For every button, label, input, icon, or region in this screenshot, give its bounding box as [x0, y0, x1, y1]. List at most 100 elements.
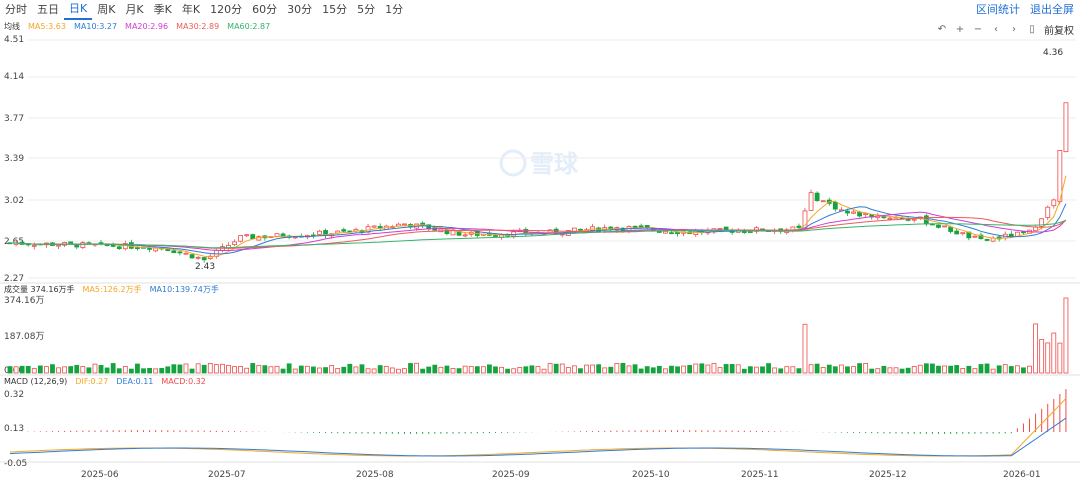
candle-body [317, 230, 322, 235]
volume-bar [517, 367, 523, 374]
candle-body [772, 229, 778, 232]
tab-10[interactable]: 15分 [317, 0, 352, 20]
candle-body [298, 235, 304, 238]
volume-bar [244, 367, 250, 374]
candle-body [881, 216, 887, 219]
candle-body [917, 216, 923, 219]
tab-0[interactable]: 分时 [0, 0, 32, 20]
volume-bar [353, 366, 359, 374]
candle-body [699, 230, 705, 233]
candle-body [978, 234, 984, 239]
candle-body [559, 233, 565, 236]
candle-body [778, 228, 784, 232]
tab-1[interactable]: 五日 [32, 0, 64, 20]
date-axis-label: 2025-11 [741, 470, 779, 480]
candle-body [930, 223, 935, 226]
ma-line-5 [10, 175, 1067, 258]
volume-bar [535, 366, 541, 374]
volume-bar [25, 365, 31, 374]
volume-bar [19, 365, 25, 374]
candle-body [541, 232, 547, 235]
volume-bar [626, 365, 632, 374]
volume-bar [62, 366, 68, 374]
undo-icon[interactable]: ↶ [936, 24, 948, 35]
candle-body [784, 229, 790, 233]
candle-body [92, 243, 98, 246]
scroll-left-icon[interactable]: ‹ [990, 24, 1002, 35]
volume-bar [608, 366, 614, 374]
candle-body [984, 239, 990, 241]
candle-body [808, 192, 814, 211]
volume-bar [256, 364, 262, 374]
range-stats-button[interactable]: 区间统计 [976, 0, 1020, 20]
volume-bar [438, 366, 444, 374]
price-axis-label: 2.27 [4, 274, 24, 284]
tab-4[interactable]: 月K [120, 0, 148, 20]
volume-bar [602, 367, 608, 374]
tab-8[interactable]: 60分 [247, 0, 282, 20]
volume-bar [754, 366, 759, 374]
dea-legend: DEA:0.11 [116, 377, 154, 386]
candle-body [656, 231, 662, 233]
volume-bar [104, 367, 110, 374]
tab-11[interactable]: 5分 [352, 0, 380, 20]
candle-body [147, 247, 152, 250]
candle-body [274, 233, 280, 237]
volume-bar [92, 363, 98, 374]
candle-body [960, 232, 966, 235]
volume-legend-label: 成交量 374.16万手 [4, 285, 75, 294]
candle-body [747, 231, 753, 233]
exit-fullscreen-button[interactable]: 退出全屏 [1030, 0, 1074, 20]
tab-6[interactable]: 年K [177, 0, 205, 20]
volume-bar [201, 364, 207, 374]
tab-9[interactable]: 30分 [282, 0, 317, 20]
zoom-out-icon[interactable]: − [972, 24, 984, 35]
volume-bar [226, 364, 231, 374]
candle-body [571, 227, 577, 233]
volume-bar [50, 364, 55, 374]
candle-body [1002, 233, 1008, 239]
tab-3[interactable]: 周K [92, 0, 120, 20]
candle-body [159, 247, 165, 250]
volume-bar [128, 368, 134, 374]
tab-5[interactable]: 季K [149, 0, 177, 20]
adjust-mode-button[interactable]: 前复权 [1044, 22, 1074, 37]
candle-body [626, 226, 632, 232]
candle-body [56, 244, 61, 247]
tab-2[interactable]: 日K [64, 0, 93, 20]
ma30-legend: MA30:2.89 [176, 22, 220, 31]
date-axis-label: 2025-12 [869, 470, 907, 480]
candle-body [238, 235, 244, 242]
candle-body [128, 242, 134, 249]
volume-bar [990, 368, 996, 374]
tab-7[interactable]: 120分 [205, 0, 247, 20]
volume-bar [317, 367, 322, 374]
candle-body [936, 224, 941, 228]
volume-bar [183, 363, 189, 374]
candle-body [954, 230, 960, 235]
candle-body [256, 236, 262, 241]
candle-body [250, 234, 256, 239]
candle-body [1045, 206, 1051, 218]
candle-body [499, 234, 504, 238]
zoom-in-icon[interactable]: + [954, 24, 966, 35]
volume-bar [978, 364, 984, 374]
candle-body [1051, 199, 1057, 207]
candle-body [675, 232, 680, 235]
settings-icon[interactable]: ▯ [1026, 24, 1038, 35]
candle-body [1008, 233, 1014, 238]
volume-bar [1051, 332, 1057, 374]
date-axis-label: 2025-09 [492, 470, 530, 480]
candle-body [590, 226, 595, 231]
volume-bar [480, 366, 486, 374]
candle-body [474, 230, 480, 236]
candle-body [523, 228, 529, 235]
scroll-right-icon[interactable]: › [1008, 24, 1020, 35]
volume-bar [675, 366, 680, 374]
candle-body [7, 242, 13, 245]
volume-bar [37, 365, 43, 374]
tab-12[interactable]: 1分 [380, 0, 408, 20]
candle-body [644, 225, 650, 229]
candle-body [122, 243, 128, 250]
candle-body [353, 228, 359, 232]
